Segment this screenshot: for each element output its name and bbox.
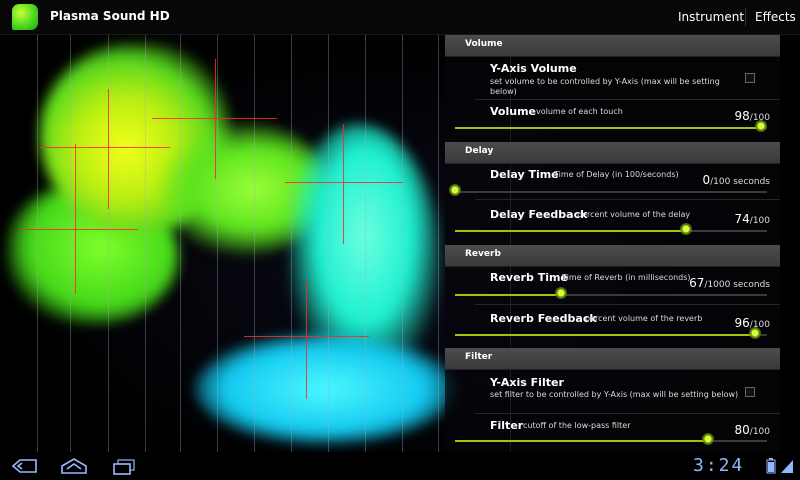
touch-crosshair: [108, 89, 109, 209]
slider-thumb[interactable]: [754, 120, 767, 132]
volume-title: Volume: [490, 105, 536, 118]
touch-crosshair: [285, 182, 403, 183]
slider-fill: [455, 230, 686, 232]
section-title: Reverb: [465, 249, 501, 259]
delay-time-value: 0/100 seconds: [702, 173, 771, 187]
effects-button[interactable]: Effects: [755, 10, 796, 24]
filter-slider[interactable]: [455, 433, 767, 445]
app-title: Plasma Sound HD: [50, 9, 170, 23]
grid-line: [145, 34, 146, 452]
battery-icon: [766, 458, 776, 474]
filter-value: 80/100: [734, 423, 771, 437]
grid-line: [217, 34, 218, 452]
delay-feedback-summary: percent volume of the delay: [577, 210, 691, 219]
system-bar: 3:24: [0, 452, 800, 480]
grid-line: [402, 34, 403, 452]
grid-line: [438, 34, 439, 452]
slider-thumb[interactable]: [555, 287, 568, 299]
filter-title: Filter: [490, 419, 524, 432]
delay-time-title: Delay Time: [490, 168, 559, 181]
signal-icon: [781, 460, 793, 473]
section-header-volume: Volume: [445, 35, 780, 57]
plasma-blob-cyan-bottom: [195, 334, 455, 444]
y-axis-filter-summary: set filter to be controlled by Y-Axis (m…: [490, 390, 739, 399]
reverb-feedback-title: Reverb Feedback: [490, 312, 597, 325]
slider-thumb[interactable]: [449, 184, 461, 196]
slider-thumb[interactable]: [748, 327, 761, 339]
divider: [475, 199, 780, 200]
touch-crosshair: [306, 279, 307, 399]
filter-summary: cutoff of the low-pass filter: [523, 421, 631, 430]
touch-crosshair: [40, 147, 170, 148]
action-divider: [745, 8, 746, 26]
reverb-time-title: Reverb Time: [490, 271, 568, 284]
section-header-delay: Delay: [445, 142, 780, 164]
reverb-time-summary: Time of Reverb (in milliseconds): [562, 273, 691, 282]
delay-feedback-title: Delay Feedback: [490, 208, 588, 221]
reverb-time-slider[interactable]: [455, 287, 767, 299]
section-header-filter: Filter: [445, 348, 780, 370]
divider: [475, 99, 780, 100]
y-axis-filter-title[interactable]: Y-Axis Filter: [490, 376, 564, 389]
reverb-feedback-slider[interactable]: [455, 327, 767, 339]
slider-thumb[interactable]: [679, 223, 692, 235]
divider: [475, 413, 780, 414]
section-title: Filter: [465, 352, 493, 362]
grid-line: [291, 34, 292, 452]
volume-slider[interactable]: [455, 120, 767, 132]
y-axis-volume-checkbox[interactable]: [745, 73, 755, 83]
reverb-time-value: 67/1000 seconds: [689, 276, 770, 290]
delay-feedback-value: 74/100: [734, 212, 771, 226]
delay-time-summary: Time of Delay (in 100/seconds): [554, 170, 679, 179]
grid-line: [37, 34, 38, 452]
volume-summary: volume of each touch: [536, 107, 623, 116]
section-title: Delay: [465, 146, 494, 156]
slider-fill: [455, 294, 562, 296]
section-title: Volume: [465, 39, 503, 49]
section-header-reverb: Reverb: [445, 245, 780, 267]
y-axis-filter-checkbox[interactable]: [745, 387, 755, 397]
delay-time-slider[interactable]: [449, 184, 767, 196]
grid-line: [254, 34, 255, 452]
home-icon[interactable]: [60, 458, 88, 474]
action-bar: Plasma Sound HD Instrument Effects: [0, 0, 800, 35]
grid-line: [328, 34, 329, 452]
touch-crosshair: [20, 229, 138, 230]
divider: [475, 304, 780, 305]
y-axis-volume-title[interactable]: Y-Axis Volume: [490, 62, 577, 75]
grid-line: [70, 34, 71, 452]
slider-fill: [455, 127, 761, 129]
touch-crosshair: [343, 124, 344, 244]
grid-line: [180, 34, 181, 452]
status-clock[interactable]: 3:24: [693, 455, 744, 476]
touch-crosshair: [75, 144, 76, 294]
touch-crosshair: [215, 59, 216, 179]
delay-feedback-slider[interactable]: [455, 223, 767, 235]
y-axis-volume-summary: set volume to be controlled by Y-Axis (m…: [490, 77, 720, 96]
reverb-feedback-summary: percent volume of the reverb: [585, 314, 703, 323]
slider-thumb[interactable]: [701, 433, 714, 445]
grid-line: [365, 34, 366, 452]
app-icon[interactable]: [12, 4, 38, 30]
instrument-button[interactable]: Instrument: [678, 10, 744, 24]
slider-fill: [455, 440, 708, 442]
slider-fill: [455, 334, 755, 336]
effects-settings-panel: Volume Y-Axis Volume set volume to be co…: [445, 34, 780, 452]
recent-apps-icon[interactable]: [112, 459, 136, 475]
back-icon[interactable]: [12, 459, 38, 473]
